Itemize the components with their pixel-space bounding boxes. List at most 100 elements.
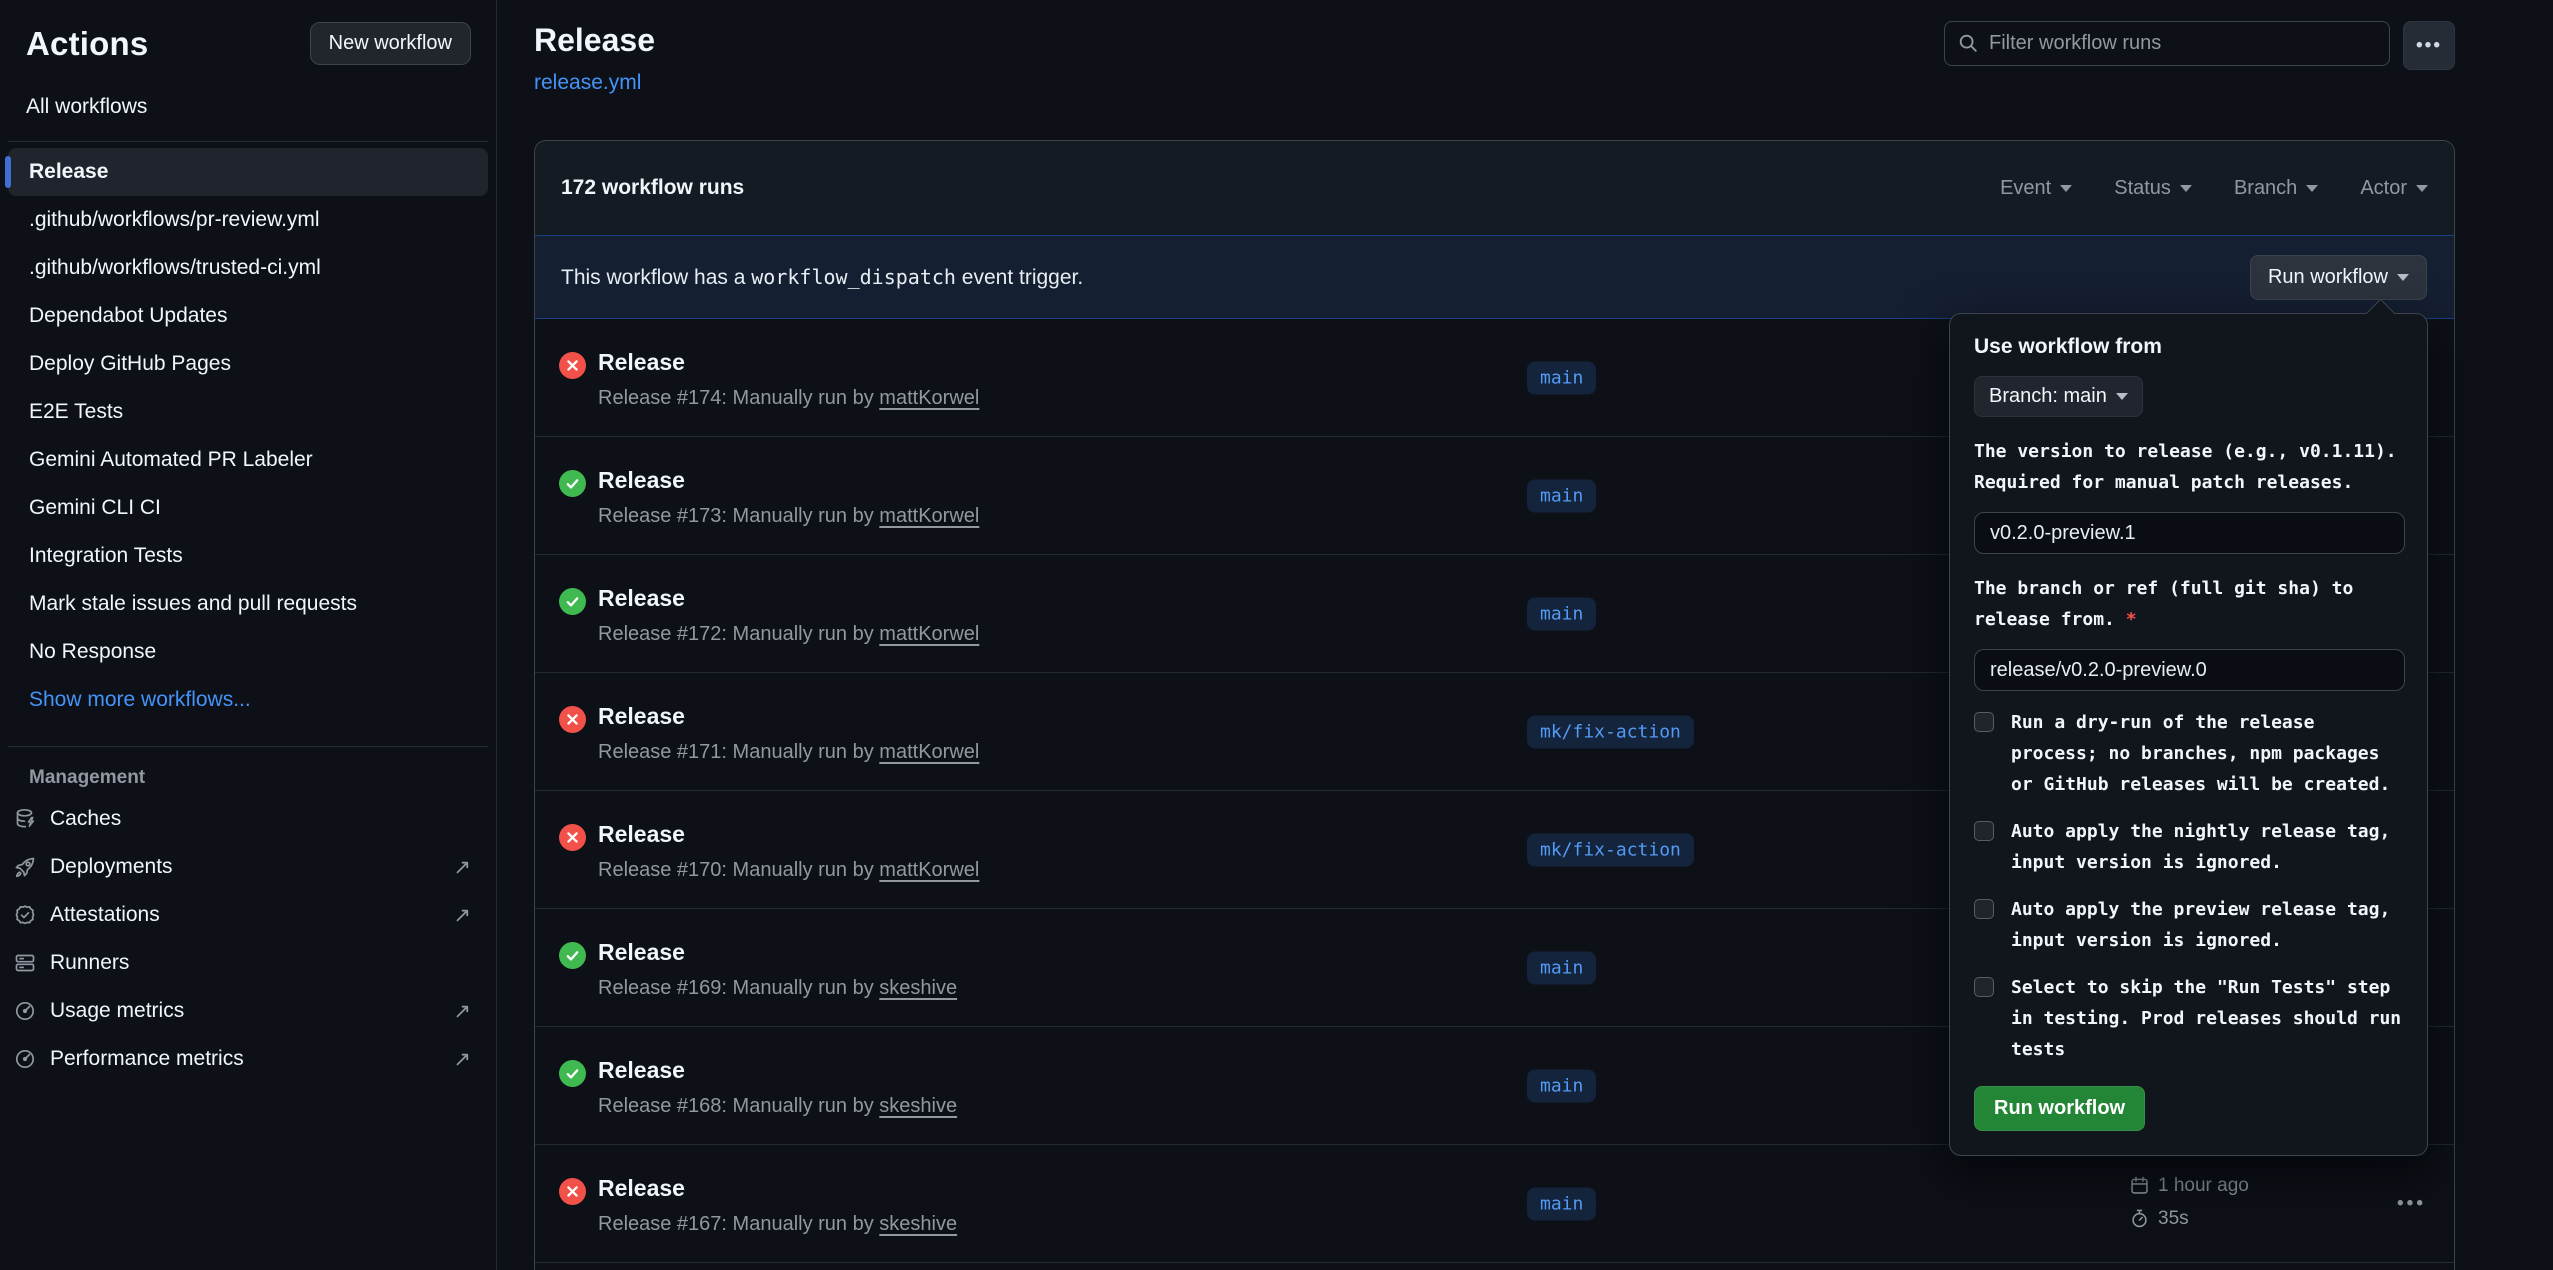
run-status-icon	[559, 824, 586, 851]
run-actor-link[interactable]: skeshive	[879, 1095, 957, 1117]
branch-badge[interactable]: main	[1527, 479, 1596, 512]
ref-input[interactable]	[1974, 649, 2405, 691]
filter-workflow-runs-input[interactable]	[1944, 21, 2390, 66]
run-status-icon	[559, 352, 586, 379]
management-header: Management	[29, 767, 468, 789]
run-status-icon	[559, 706, 586, 733]
workflow-dispatch-code: workflow_dispatch	[751, 265, 956, 289]
meter-icon	[13, 999, 37, 1023]
show-more-workflows-link[interactable]: Show more workflows...	[8, 676, 488, 724]
sidebar-item-deployments[interactable]: Deployments ↗	[8, 843, 488, 891]
run-subtitle: Release #174: Manually run by mattKorwel	[598, 387, 979, 410]
event-filter-dropdown[interactable]: Event	[2000, 177, 2072, 200]
chevron-down-icon	[2116, 393, 2128, 400]
checkbox-label[interactable]: Auto apply the nightly release tag, inpu…	[2011, 816, 2403, 878]
sidebar-item-workflow[interactable]: Integration Tests	[8, 532, 488, 580]
run-title-link[interactable]: Release	[598, 1175, 685, 1202]
branch-badge[interactable]: main	[1527, 361, 1596, 394]
run-title-link[interactable]: Release	[598, 939, 685, 966]
run-actor-link[interactable]: mattKorwel	[879, 623, 979, 645]
sidebar-item-usage-metrics[interactable]: Usage metrics ↗	[8, 987, 488, 1035]
sidebar-item-all-workflows[interactable]: All workflows	[26, 95, 471, 119]
sidebar-item-workflow[interactable]: .github/workflows/trusted-ci.yml	[8, 244, 488, 292]
run-title-link[interactable]: Release	[598, 467, 685, 494]
sidebar-item-workflow[interactable]: No Response	[8, 628, 488, 676]
run-actor-link[interactable]: skeshive	[879, 977, 957, 999]
preview-tag-checkbox[interactable]	[1974, 899, 1994, 919]
sidebar-item-caches[interactable]: Caches	[8, 795, 488, 843]
run-status-icon	[559, 942, 586, 969]
sidebar-item-performance-metrics[interactable]: Performance metrics ↗	[8, 1035, 488, 1083]
run-actor-link[interactable]: mattKorwel	[879, 505, 979, 527]
workflow-dispatch-banner: This workflow has a workflow_dispatch ev…	[535, 235, 2454, 319]
required-asterisk: *	[2126, 609, 2137, 630]
sidebar-item-runners[interactable]: Runners	[8, 939, 488, 987]
banner-text: This workflow has a workflow_dispatch ev…	[561, 265, 1083, 290]
sidebar-divider	[8, 746, 488, 747]
branch-badge[interactable]: main	[1527, 597, 1596, 630]
dry-run-checkbox[interactable]	[1974, 712, 1994, 732]
branch-selector-button[interactable]: Branch: main	[1974, 376, 2143, 417]
branch-badge[interactable]: main	[1527, 1069, 1596, 1102]
branch-badge[interactable]: main	[1527, 951, 1596, 984]
actions-sidebar: Actions New workflow All workflows Relea…	[0, 0, 497, 1270]
verified-icon	[13, 903, 37, 927]
sidebar-title: Actions	[26, 25, 148, 63]
workflow-run-row[interactable]: Release Release #167: Manually run by sk…	[535, 1145, 2454, 1263]
run-title-link[interactable]: Release	[598, 585, 685, 612]
run-actor-link[interactable]: mattKorwel	[879, 387, 979, 409]
run-actor-link[interactable]: skeshive	[879, 1213, 957, 1235]
sidebar-item-attestations[interactable]: Attestations ↗	[8, 891, 488, 939]
run-title-link[interactable]: Release	[598, 1057, 685, 1084]
skip-tests-checkbox[interactable]	[1974, 977, 1994, 997]
checkbox-label[interactable]: Auto apply the preview release tag, inpu…	[2011, 894, 2403, 956]
cache-icon	[13, 807, 37, 831]
run-subtitle: Release #173: Manually run by mattKorwel	[598, 505, 979, 528]
page-kebab-button[interactable]: •••	[2403, 21, 2455, 70]
actor-filter-dropdown[interactable]: Actor	[2360, 177, 2428, 200]
sidebar-item-workflow[interactable]: Mark stale issues and pull requests	[8, 580, 488, 628]
nightly-tag-checkbox[interactable]	[1974, 821, 1994, 841]
run-status-icon	[559, 1178, 586, 1205]
run-title-link[interactable]: Release	[598, 703, 685, 730]
sidebar-item-workflow[interactable]: Deploy GitHub Pages	[8, 340, 488, 388]
branch-filter-dropdown[interactable]: Branch	[2234, 177, 2318, 200]
main-content: Release release.yml ••• 172 workflow run…	[497, 0, 2553, 1270]
run-kebab-button[interactable]: •••	[2397, 1193, 2426, 1215]
run-title-link[interactable]: Release	[598, 349, 685, 376]
sidebar-item-workflow[interactable]: E2E Tests	[8, 388, 488, 436]
sidebar-item-workflow[interactable]: .github/workflows/pr-review.yml	[8, 196, 488, 244]
run-meta: 1 hour ago 35s	[2129, 1169, 2249, 1235]
run-actor-link[interactable]: mattKorwel	[879, 741, 979, 763]
sidebar-item-workflow-release[interactable]: Release	[8, 148, 488, 196]
external-link-icon: ↗	[453, 855, 471, 880]
sidebar-item-label: Attestations	[50, 903, 160, 927]
sidebar-item-workflow[interactable]: Gemini CLI CI	[8, 484, 488, 532]
run-subtitle: Release #172: Manually run by mattKorwel	[598, 623, 979, 646]
branch-badge[interactable]: mk/fix-action	[1527, 833, 1694, 866]
calendar-icon	[2129, 1175, 2150, 1196]
sidebar-item-workflow[interactable]: Dependabot Updates	[8, 292, 488, 340]
new-workflow-button[interactable]: New workflow	[310, 22, 471, 65]
run-workflow-dropdown-button[interactable]: Run workflow	[2250, 255, 2427, 300]
sidebar-item-label: Caches	[50, 807, 121, 831]
run-status-icon	[559, 588, 586, 615]
run-status-icon	[559, 470, 586, 497]
version-input[interactable]	[1974, 512, 2405, 554]
checkbox-label[interactable]: Select to skip the "Run Tests" step in t…	[2011, 972, 2403, 1065]
run-title-link[interactable]: Release	[598, 821, 685, 848]
branch-badge[interactable]: main	[1527, 1187, 1596, 1220]
sidebar-item-label: Runners	[50, 951, 129, 975]
run-workflow-submit-button[interactable]: Run workflow	[1974, 1086, 2145, 1131]
run-actor-link[interactable]: mattKorwel	[879, 859, 979, 881]
status-filter-dropdown[interactable]: Status	[2114, 177, 2192, 200]
branch-badge[interactable]: mk/fix-action	[1527, 715, 1694, 748]
chevron-down-icon	[2416, 185, 2428, 192]
checkbox-label[interactable]: Run a dry-run of the release process; no…	[2011, 707, 2403, 800]
version-input-description: The version to release (e.g., v0.1.11). …	[1974, 436, 2403, 498]
run-subtitle: Release #170: Manually run by mattKorwel	[598, 859, 979, 882]
workflow-file-link[interactable]: release.yml	[534, 71, 641, 95]
sidebar-item-label: Performance metrics	[50, 1047, 244, 1071]
meter-icon	[13, 1047, 37, 1071]
sidebar-item-workflow[interactable]: Gemini Automated PR Labeler	[8, 436, 488, 484]
